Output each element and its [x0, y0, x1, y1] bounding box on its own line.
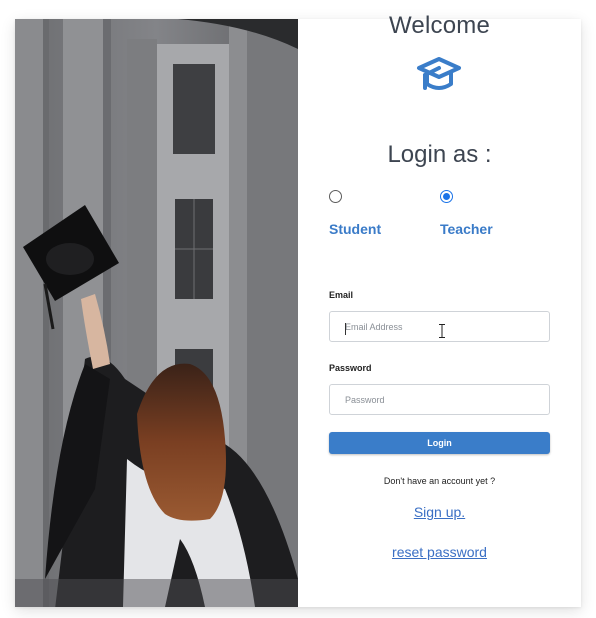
reset-password-link[interactable]: reset password [298, 544, 581, 560]
login-card: Welcome Login as : Student Teacher Email… [15, 12, 581, 607]
teacher-label[interactable]: Teacher [440, 221, 493, 237]
email-label: Email [329, 290, 354, 300]
login-button[interactable]: Login [329, 432, 550, 454]
graduate-photo [15, 19, 298, 607]
student-radio[interactable] [329, 190, 342, 203]
role-option-student[interactable]: Student [329, 190, 409, 240]
student-label[interactable]: Student [329, 221, 381, 237]
password-field[interactable] [329, 384, 550, 415]
text-caret [345, 323, 346, 335]
login-as-heading: Login as : [387, 141, 492, 168]
sign-up-link[interactable]: Sign up. [298, 504, 581, 520]
teacher-radio[interactable] [440, 190, 453, 203]
no-account-text: Don't have an account yet ? [383, 476, 496, 486]
text-cursor-icon [439, 324, 445, 338]
role-option-teacher[interactable]: Teacher [440, 190, 520, 240]
login-form: Welcome Login as : Student Teacher Email… [298, 12, 581, 607]
graduation-cap-icon [417, 57, 461, 90]
password-label: Password [329, 363, 372, 373]
welcome-heading: Welcome [389, 12, 490, 39]
